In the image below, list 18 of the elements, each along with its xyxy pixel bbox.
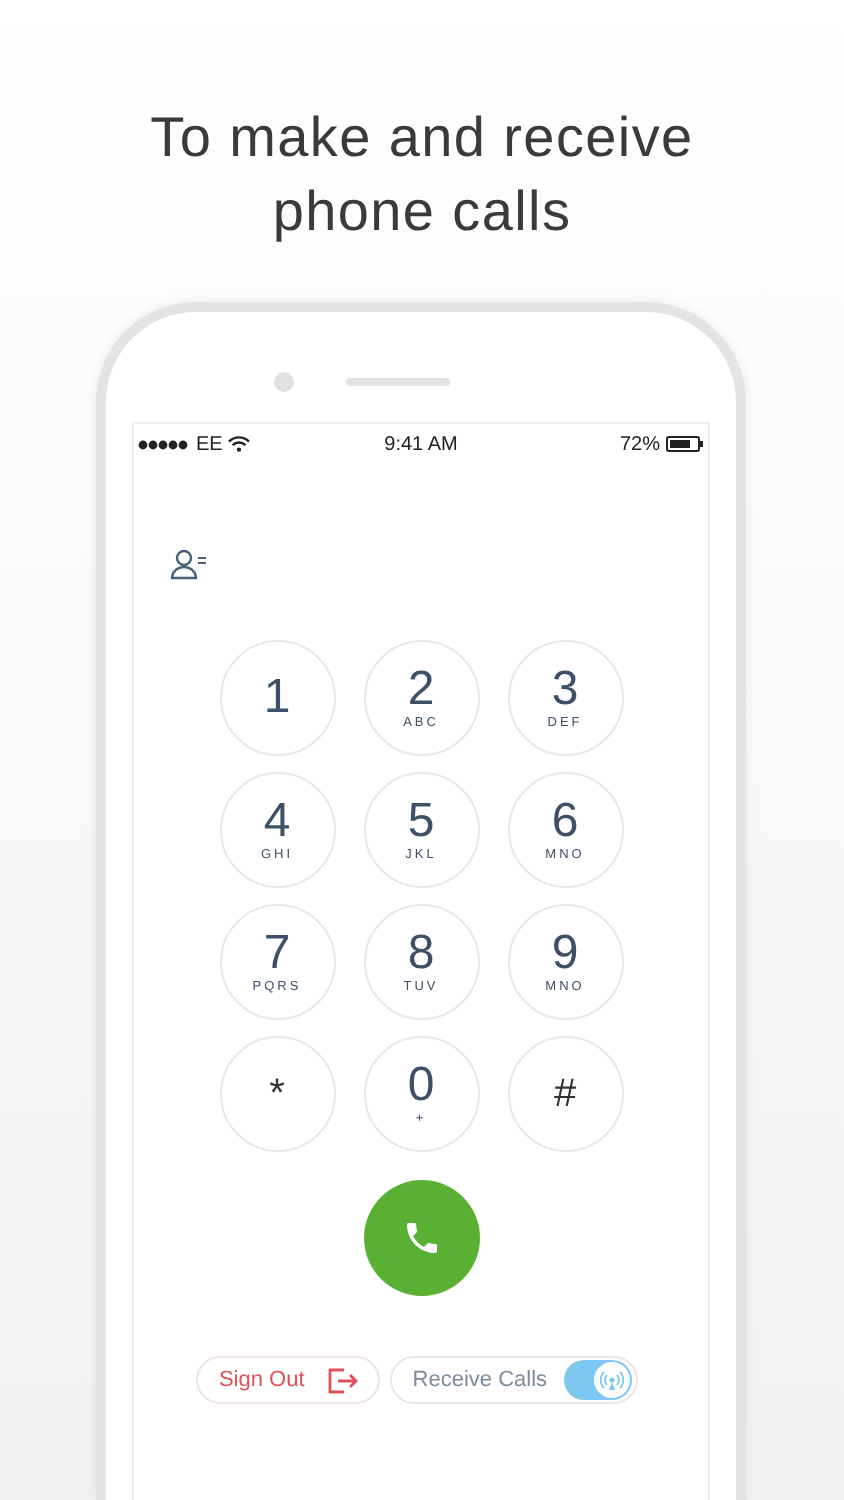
sign-out-button[interactable]: Sign Out bbox=[196, 1356, 381, 1404]
toggle-switch[interactable] bbox=[563, 1360, 632, 1400]
headline: To make and receive phone calls bbox=[148, 104, 696, 246]
sign-out-icon bbox=[328, 1367, 359, 1393]
keypad-key[interactable]: # bbox=[507, 1036, 623, 1152]
battery-percent: 72% bbox=[619, 431, 660, 459]
phone-icon bbox=[401, 1218, 441, 1258]
keypad-key[interactable]: 1 bbox=[219, 640, 335, 756]
signal-icon bbox=[138, 439, 190, 449]
contacts-icon[interactable] bbox=[170, 548, 210, 580]
antenna-icon bbox=[593, 1362, 630, 1398]
camera-icon bbox=[273, 371, 293, 391]
battery-icon bbox=[665, 436, 704, 452]
carrier-name: EE bbox=[196, 431, 223, 459]
keypad-key[interactable]: * bbox=[219, 1036, 335, 1152]
receive-calls-label: Receive Calls bbox=[412, 1365, 548, 1396]
wifi-icon bbox=[228, 436, 251, 452]
status-time: 9:41 AM bbox=[384, 431, 458, 459]
